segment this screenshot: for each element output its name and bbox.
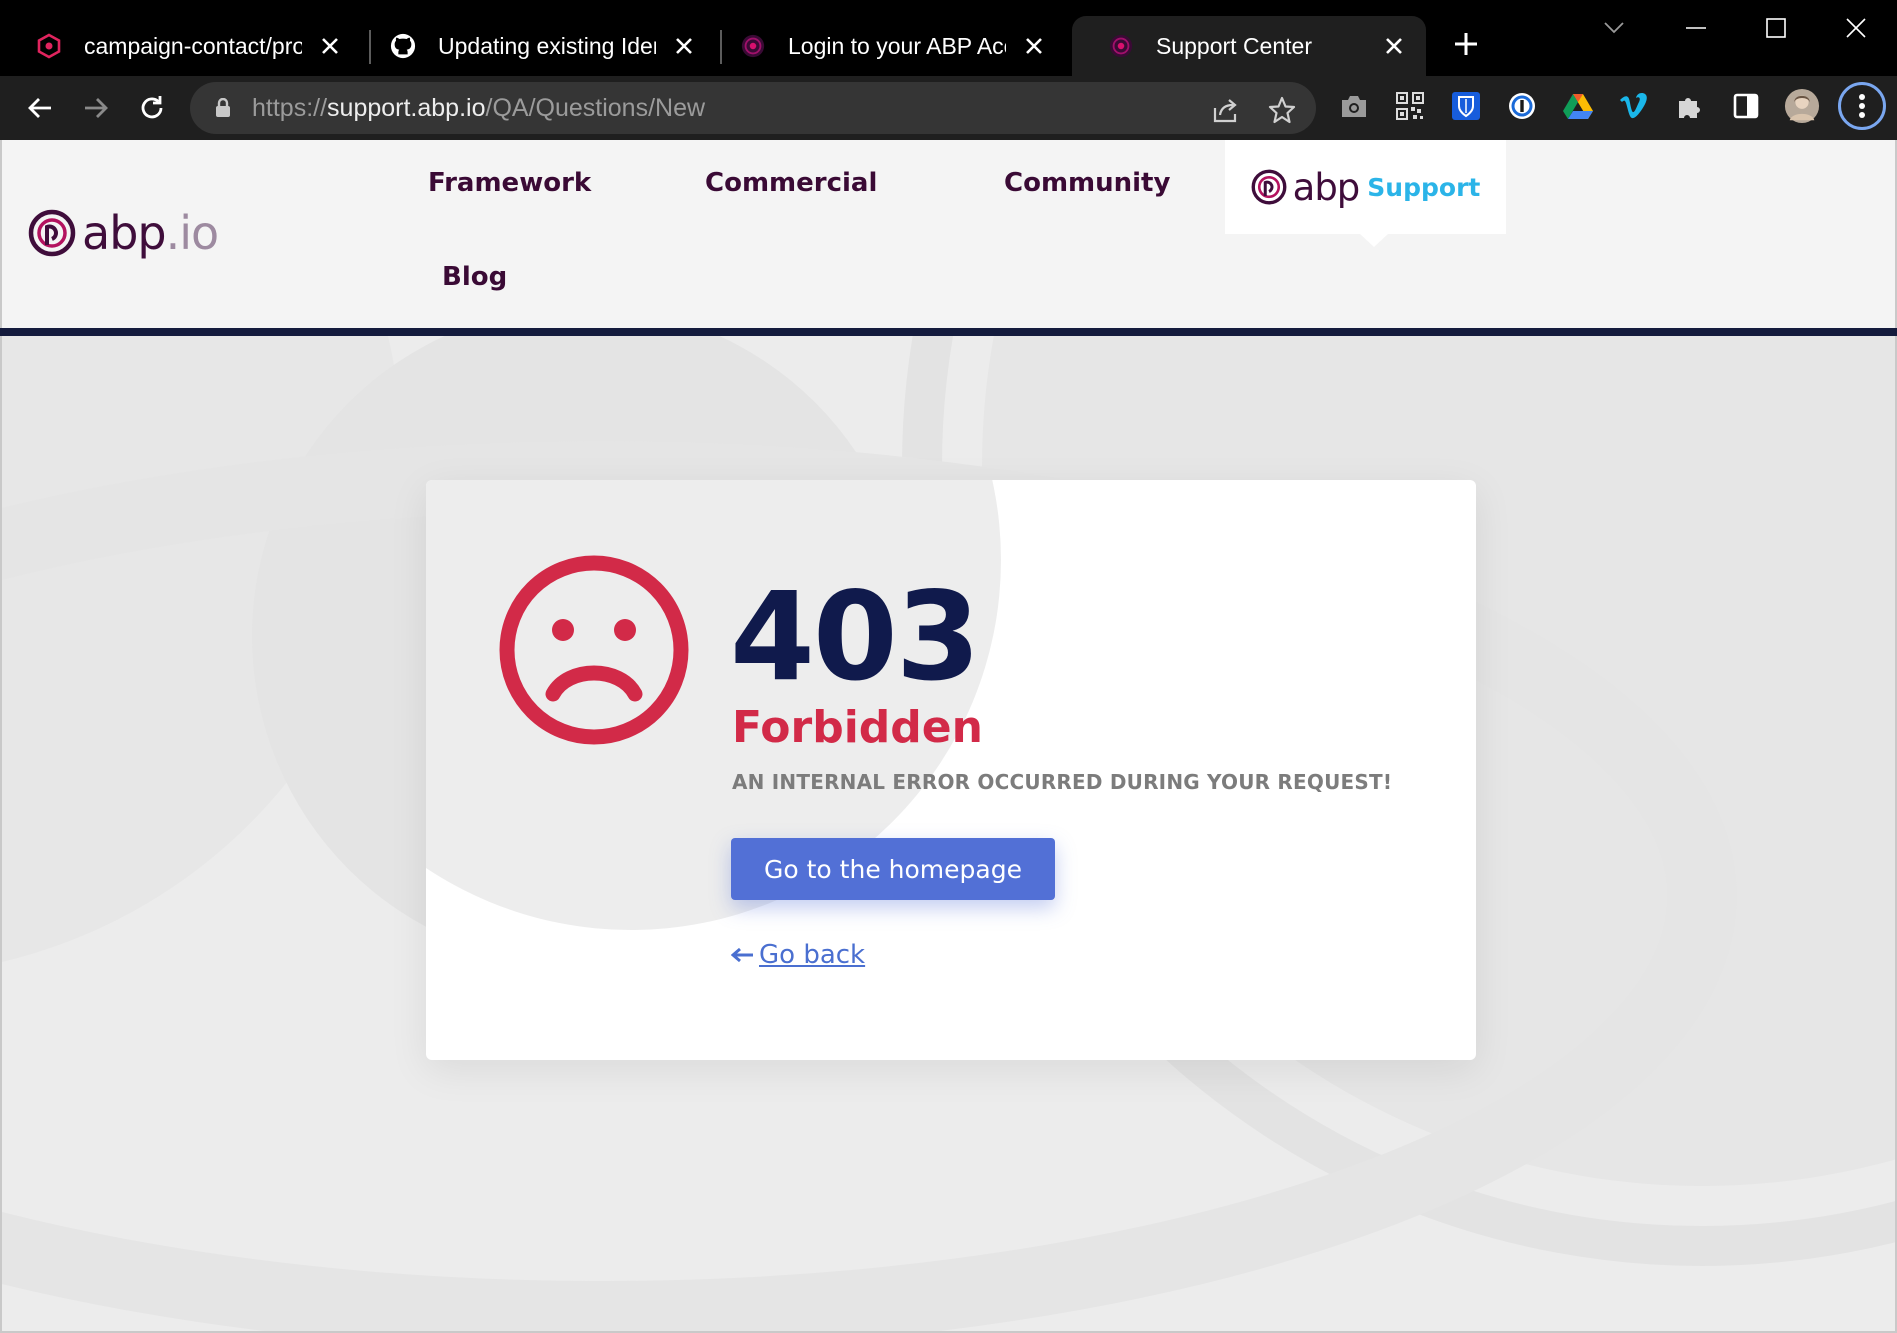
error-message: AN INTERNAL ERROR OCCURRED DURING YOUR R…	[732, 770, 1393, 794]
abp-logo-icon	[28, 209, 76, 257]
address-bar[interactable]: https://support.abp.io/QA/Questions/New	[190, 82, 1316, 134]
go-back-label: Go back	[759, 940, 866, 970]
logo-wordmark: abp.io	[82, 206, 219, 260]
nav-link-community[interactable]: Community	[1004, 168, 1170, 198]
close-tab-icon[interactable]	[670, 32, 698, 60]
nav-link-commercial[interactable]: Commercial	[705, 168, 877, 198]
support-label: Support	[1367, 172, 1481, 202]
header-divider	[0, 328, 1897, 336]
tab-title: campaign-contact/process	[84, 32, 302, 59]
tab-title: Login to your ABP Account	[788, 32, 1006, 59]
close-tab-icon[interactable]	[1380, 32, 1408, 60]
bookmark-star-icon[interactable]	[1266, 94, 1298, 126]
close-window-icon[interactable]	[1828, 8, 1884, 48]
browser-toolbar: https://support.abp.io/QA/Questions/New	[0, 76, 1897, 140]
active-nav-caret	[1360, 234, 1388, 247]
minimize-window-icon[interactable]	[1668, 8, 1724, 48]
error-card: 403 Forbidden AN INTERNAL ERROR OCCURRED…	[426, 480, 1476, 1060]
browser-tab-3[interactable]: Login to your ABP Account	[704, 16, 1066, 76]
close-tab-icon[interactable]	[316, 32, 344, 60]
tab-search-chevron-icon[interactable]	[1586, 8, 1642, 48]
google-drive-icon[interactable]	[1560, 88, 1596, 124]
error-code: 403	[730, 566, 981, 708]
forward-arrow-icon[interactable]	[76, 88, 116, 128]
url-text: https://support.abp.io/QA/Questions/New	[252, 93, 706, 122]
qr-code-icon[interactable]	[1392, 88, 1428, 124]
reload-icon[interactable]	[132, 88, 172, 128]
error-status: Forbidden	[732, 702, 983, 753]
avatar[interactable]	[1784, 88, 1820, 124]
browser-menu-icon[interactable]	[1838, 82, 1886, 130]
browser-tab-1[interactable]: campaign-contact/process	[0, 16, 362, 76]
nav-link-support[interactable]: abp Support	[1225, 140, 1506, 234]
password-manager-icon[interactable]	[1504, 88, 1540, 124]
site-header	[0, 140, 1897, 330]
nav-link-framework[interactable]: Framework	[428, 168, 591, 198]
share-icon[interactable]	[1210, 94, 1242, 126]
new-tab-button[interactable]	[1446, 24, 1486, 64]
nav-link-blog[interactable]: Blog	[442, 262, 507, 292]
error-page: 403 Forbidden AN INTERNAL ERROR OCCURRED…	[0, 336, 1897, 1333]
side-panel-icon[interactable]	[1728, 88, 1764, 124]
go-back-link[interactable]: Go back	[731, 940, 865, 970]
bitwarden-shield-icon[interactable]	[1448, 88, 1484, 124]
screenshot-camera-icon[interactable]	[1336, 88, 1372, 124]
abp-logo-icon	[740, 33, 766, 59]
go-to-homepage-button[interactable]: Go to the homepage	[731, 838, 1055, 900]
browser-tab-2[interactable]: Updating existing Identity	[354, 16, 716, 76]
lock-icon[interactable]	[212, 96, 234, 120]
abp-io-logo[interactable]: abp.io	[28, 206, 219, 260]
extensions-puzzle-icon[interactable]	[1672, 88, 1708, 124]
tab-title: Updating existing Identity	[438, 32, 656, 59]
browser-tab-strip: campaign-contact/process Updating existi…	[0, 0, 1897, 76]
hexagon-logo-icon	[36, 33, 62, 59]
github-icon	[390, 33, 416, 59]
abp-logo-icon	[1108, 33, 1134, 59]
support-brand: abp	[1292, 165, 1361, 209]
browser-tab-active[interactable]: Support Center	[1072, 16, 1426, 76]
sad-face-icon	[499, 555, 689, 745]
maximize-window-icon[interactable]	[1748, 8, 1804, 48]
abp-logo-icon	[1251, 169, 1287, 205]
close-tab-icon[interactable]	[1020, 32, 1048, 60]
left-arrow-icon	[731, 947, 753, 963]
back-arrow-icon[interactable]	[20, 88, 60, 128]
tab-title: Support Center	[1156, 32, 1312, 59]
vimeo-icon[interactable]	[1616, 88, 1652, 124]
